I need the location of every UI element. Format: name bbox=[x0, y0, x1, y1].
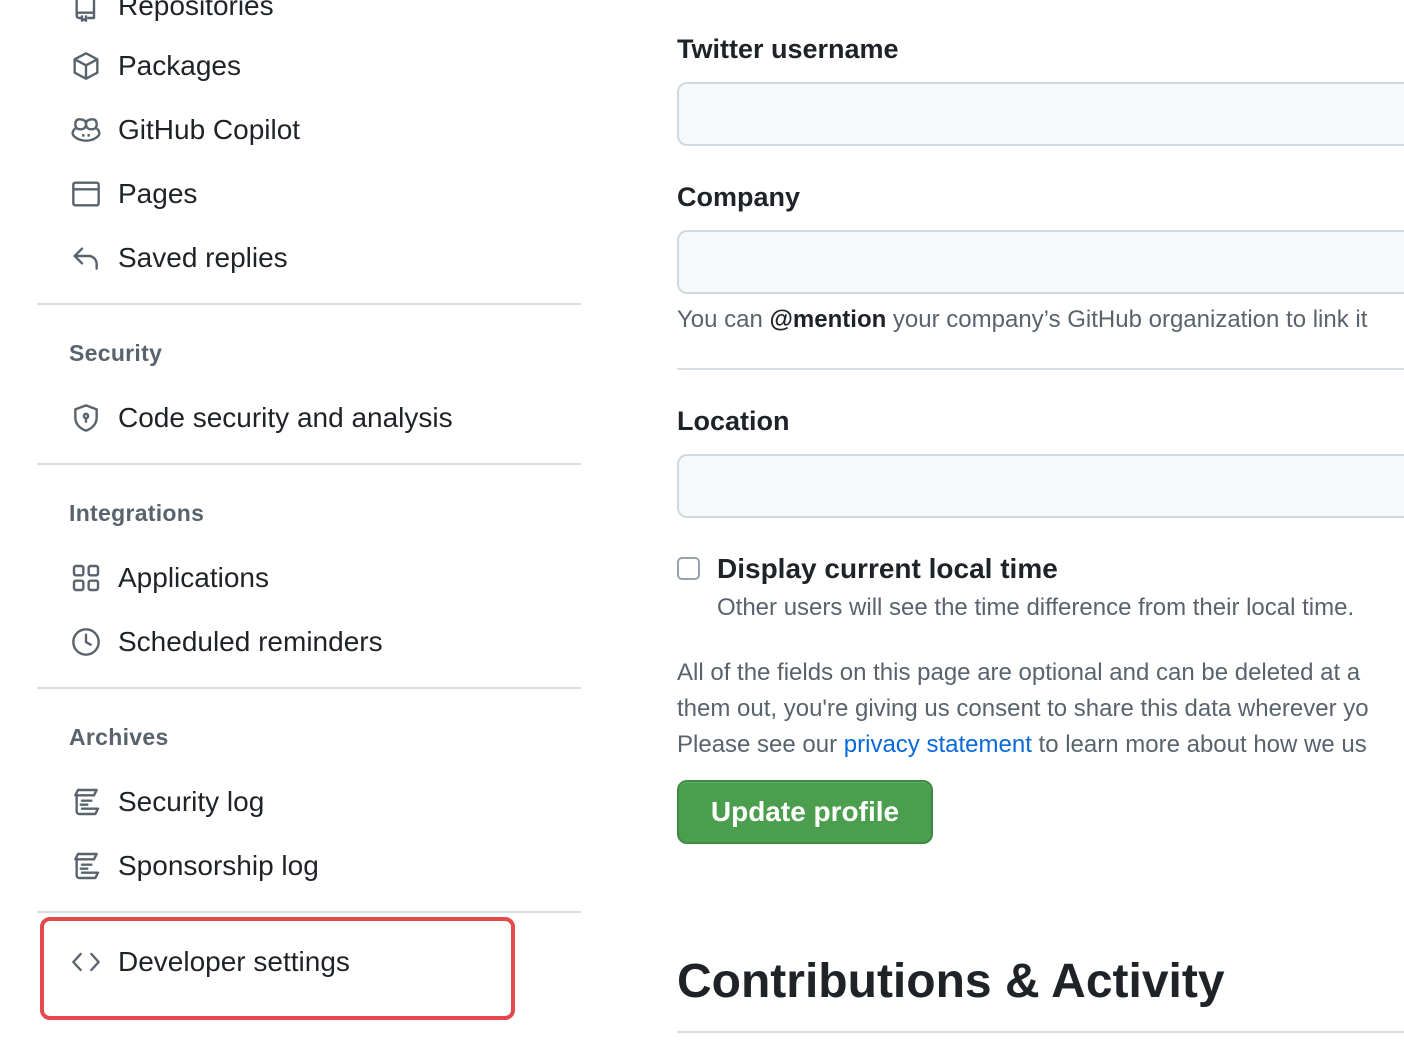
sidebar-item-code-security[interactable]: Code security and analysis bbox=[62, 390, 562, 446]
twitter-username-label: Twitter username bbox=[677, 34, 899, 64]
sidebar-item-label: GitHub Copilot bbox=[118, 114, 301, 145]
browser-icon bbox=[69, 177, 103, 211]
sidebar-divider bbox=[37, 687, 581, 689]
sidebar-item-applications[interactable]: Applications bbox=[62, 550, 562, 606]
section-divider bbox=[677, 368, 1404, 370]
local-time-label[interactable]: Display current local time bbox=[717, 553, 1058, 585]
disclaimer-line-3: Please see our privacy statement to lear… bbox=[677, 727, 1367, 763]
apps-icon bbox=[69, 561, 103, 595]
sidebar-item-sponsorship-log[interactable]: Sponsorship log bbox=[62, 838, 562, 894]
section-title-integrations: Integrations bbox=[69, 500, 205, 526]
shield-lock-icon bbox=[69, 401, 103, 435]
settings-page: Repositories Packages GitHub Copilot Pag… bbox=[0, 0, 1404, 1042]
local-time-checkbox[interactable] bbox=[677, 557, 700, 580]
sidebar-item-label: Developer settings bbox=[118, 946, 350, 977]
sidebar-item-label: Pages bbox=[118, 178, 198, 209]
sidebar-divider bbox=[37, 303, 581, 305]
contributions-heading: Contributions & Activity bbox=[677, 955, 1225, 1008]
sidebar-item-developer-settings[interactable]: Developer settings bbox=[62, 934, 562, 990]
disclaimer-suffix: to learn more about how we us bbox=[1031, 731, 1367, 758]
package-icon bbox=[69, 49, 103, 83]
update-profile-button[interactable]: Update profile bbox=[677, 780, 933, 844]
company-help-mention: @mention bbox=[769, 306, 887, 333]
company-input[interactable] bbox=[677, 230, 1404, 294]
disclaimer-line-1: All of the fields on this page are optio… bbox=[677, 659, 1361, 686]
sidebar-item-label: Packages bbox=[118, 50, 241, 81]
sidebar-item-repositories[interactable]: Repositories bbox=[62, 0, 562, 34]
heading-divider bbox=[677, 1031, 1404, 1033]
company-help-suffix: your company’s GitHub organization to li… bbox=[886, 306, 1368, 333]
sidebar-item-label: Code security and analysis bbox=[118, 402, 453, 433]
sidebar-item-label: Saved replies bbox=[118, 242, 288, 273]
privacy-statement-link[interactable]: privacy statement bbox=[844, 731, 1032, 758]
sidebar-divider bbox=[37, 463, 581, 465]
sidebar-item-security-log[interactable]: Security log bbox=[62, 774, 562, 830]
reply-icon bbox=[69, 241, 103, 275]
sidebar-item-saved-replies[interactable]: Saved replies bbox=[62, 230, 562, 286]
clock-icon bbox=[69, 625, 103, 659]
sidebar-item-label: Scheduled reminders bbox=[118, 626, 383, 657]
copilot-icon bbox=[69, 113, 103, 147]
sidebar-item-label: Applications bbox=[118, 562, 269, 593]
location-label: Location bbox=[677, 406, 790, 436]
section-title-security: Security bbox=[69, 340, 163, 366]
disclaimer-prefix: Please see our bbox=[677, 731, 844, 758]
local-time-note: Other users will see the time difference… bbox=[717, 594, 1355, 621]
disclaimer-line-2: them out, you're giving us consent to sh… bbox=[677, 695, 1369, 722]
company-help-prefix: You can bbox=[677, 306, 770, 333]
log-icon bbox=[69, 785, 103, 819]
sidebar-divider bbox=[37, 911, 581, 913]
code-icon bbox=[69, 945, 103, 979]
company-help-text: You can @mention your company’s GitHub o… bbox=[677, 306, 1367, 334]
sidebar-item-pages[interactable]: Pages bbox=[62, 166, 562, 222]
twitter-username-input[interactable] bbox=[677, 82, 1404, 146]
section-title-archives: Archives bbox=[69, 724, 169, 750]
sidebar-item-packages[interactable]: Packages bbox=[62, 38, 562, 94]
profile-form: Twitter username Company You can @mentio… bbox=[677, 0, 1404, 1042]
sidebar-item-label: Security log bbox=[118, 786, 265, 817]
sidebar-item-github-copilot[interactable]: GitHub Copilot bbox=[62, 102, 562, 158]
repo-icon bbox=[69, 0, 103, 23]
sidebar-item-scheduled-reminders[interactable]: Scheduled reminders bbox=[62, 614, 562, 670]
log-icon bbox=[69, 849, 103, 883]
settings-sidebar: Repositories Packages GitHub Copilot Pag… bbox=[0, 0, 620, 1042]
sidebar-item-label: Repositories bbox=[118, 0, 274, 21]
sidebar-item-label: Sponsorship log bbox=[118, 850, 319, 881]
company-label: Company bbox=[677, 182, 801, 212]
location-input[interactable] bbox=[677, 454, 1404, 518]
